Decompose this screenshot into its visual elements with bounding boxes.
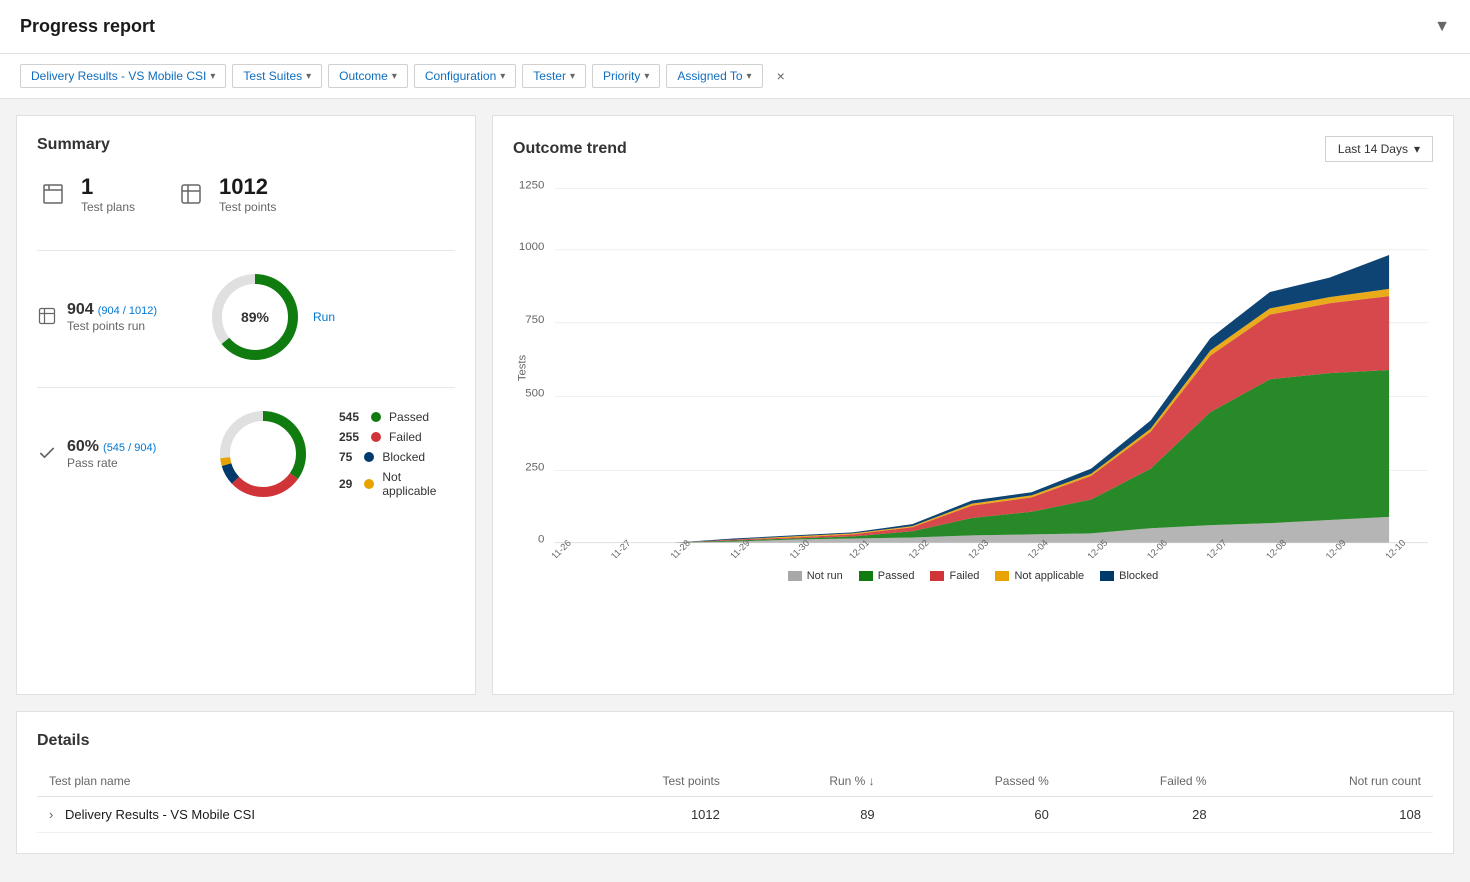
expand-icon[interactable]: › [49, 807, 53, 822]
chevron-down-icon: ▾ [306, 71, 311, 82]
chevron-down-icon: ▾ [210, 71, 215, 82]
svg-text:2021-11-27: 2021-11-27 [592, 538, 633, 558]
details-panel: Details Test plan name Test points Run %… [16, 711, 1454, 854]
details-table: Test plan name Test points Run % ↓ Passe… [37, 766, 1433, 833]
col-run-pct: Run % ↓ [732, 766, 887, 797]
run-donut: 89% [205, 267, 305, 367]
passed-dot [371, 412, 381, 422]
row-passed-pct: 60 [887, 797, 1061, 833]
run-fraction: (904 / 1012) [98, 305, 157, 317]
test-points-icon [175, 178, 207, 210]
pass-section: 60% (545 / 904) Pass rate [37, 404, 455, 504]
filter-close-button[interactable]: × [769, 64, 793, 88]
filter-configuration[interactable]: Configuration ▾ [414, 64, 516, 88]
test-plans-icon [37, 178, 69, 210]
svg-text:1000: 1000 [519, 241, 545, 253]
summary-title: Summary [37, 136, 455, 154]
legend-failed-chart: Failed [930, 570, 979, 582]
svg-text:2021-11-28: 2021-11-28 [652, 538, 693, 558]
test-plans-label: Test plans [81, 200, 135, 214]
filter-icon[interactable]: ▼ [1434, 18, 1450, 36]
table-row: › Delivery Results - VS Mobile CSI 1012 … [37, 797, 1433, 833]
chevron-down-icon: ▾ [747, 71, 752, 82]
filter-delivery-results[interactable]: Delivery Results - VS Mobile CSI ▾ [20, 64, 226, 88]
header: Progress report ▼ [0, 0, 1470, 54]
legend-blocked: 75 Blocked [339, 450, 455, 464]
summary-panel: Summary 1 Test plans [16, 115, 476, 695]
main-content: Summary 1 Test plans [0, 99, 1470, 870]
not-applicable-dot [364, 479, 374, 489]
filter-priority[interactable]: Priority ▾ [592, 64, 660, 88]
row-not-run-count: 108 [1219, 797, 1433, 833]
test-points-count: 1012 [219, 174, 276, 200]
run-section: 904 (904 / 1012) Test points run 89% [37, 267, 455, 367]
col-passed-pct: Passed % [887, 766, 1061, 797]
failed-dot [371, 432, 381, 442]
run-chart-label: Run [313, 310, 335, 324]
col-test-points: Test points [550, 766, 732, 797]
test-plans-stat: 1 Test plans [37, 174, 135, 214]
svg-text:1250: 1250 [519, 179, 545, 191]
svg-text:0: 0 [538, 534, 544, 546]
blocked-color [1100, 571, 1114, 581]
failed-color [930, 571, 944, 581]
blocked-dot [364, 452, 374, 462]
col-failed-pct: Failed % [1061, 766, 1219, 797]
filter-outcome[interactable]: Outcome ▾ [328, 64, 408, 88]
test-plans-count: 1 [81, 174, 135, 200]
svg-text:250: 250 [525, 462, 544, 474]
not-run-color [788, 571, 802, 581]
pass-count: 60% [67, 438, 99, 456]
chevron-down-icon: ▾ [570, 71, 575, 82]
pass-label: Pass rate [67, 456, 156, 470]
col-test-plan-name: Test plan name [37, 766, 550, 797]
chevron-down-icon: ▾ [392, 71, 397, 82]
chart-legend: Not run Passed Failed Not applicable Blo… [513, 570, 1433, 582]
filter-test-suites[interactable]: Test Suites ▾ [232, 64, 322, 88]
outcome-title: Outcome trend [513, 140, 627, 158]
table-header-row: Test plan name Test points Run % ↓ Passe… [37, 766, 1433, 797]
run-percent: 89% [241, 309, 269, 325]
outcome-panel: Outcome trend Last 14 Days ▾ 0 250 500 7… [492, 115, 1454, 695]
pass-fraction: (545 / 904) [103, 442, 156, 454]
outcome-chart: 0 250 500 750 1000 1250 Tests [513, 178, 1433, 558]
svg-text:500: 500 [525, 388, 544, 400]
chevron-down-icon: ▾ [1414, 142, 1420, 156]
filter-assigned-to[interactable]: Assigned To ▾ [666, 64, 762, 88]
pass-stat-icon [37, 443, 57, 466]
legend-passed-chart: Passed [859, 570, 915, 582]
col-not-run-count: Not run count [1219, 766, 1433, 797]
filter-tester[interactable]: Tester ▾ [522, 64, 586, 88]
not-applicable-color [995, 571, 1009, 581]
chevron-down-icon: ▾ [644, 71, 649, 82]
page-title: Progress report [20, 16, 155, 37]
outcome-header: Outcome trend Last 14 Days ▾ [513, 136, 1433, 162]
row-test-points: 1012 [550, 797, 732, 833]
run-label: Test points run [67, 319, 157, 333]
test-points-stat: 1012 Test points [175, 174, 276, 214]
legend-not-run: Not run [788, 570, 843, 582]
legend-not-applicable-chart: Not applicable [995, 570, 1084, 582]
pass-donut [213, 404, 313, 504]
run-count: 904 [67, 301, 94, 319]
run-stat-icon [37, 306, 57, 329]
row-run-pct: 89 [732, 797, 887, 833]
details-title: Details [37, 732, 1433, 750]
passed-color [859, 571, 873, 581]
date-range-selector[interactable]: Last 14 Days ▾ [1325, 136, 1433, 162]
svg-text:Tests: Tests [516, 355, 528, 382]
row-failed-pct: 28 [1061, 797, 1219, 833]
filter-bar: Delivery Results - VS Mobile CSI ▾ Test … [0, 54, 1470, 99]
legend-failed: 255 Failed [339, 430, 455, 444]
svg-text:750: 750 [525, 314, 544, 326]
test-points-label: Test points [219, 200, 276, 214]
legend-not-applicable: 29 Not applicable [339, 470, 455, 498]
pass-legend: 545 Passed 255 Failed 75 Blocked [339, 410, 455, 498]
legend-passed: 545 Passed [339, 410, 455, 424]
top-row: Summary 1 Test plans [16, 115, 1454, 695]
legend-blocked-chart: Blocked [1100, 570, 1158, 582]
chevron-down-icon: ▾ [500, 71, 505, 82]
row-name: › Delivery Results - VS Mobile CSI [37, 797, 550, 833]
